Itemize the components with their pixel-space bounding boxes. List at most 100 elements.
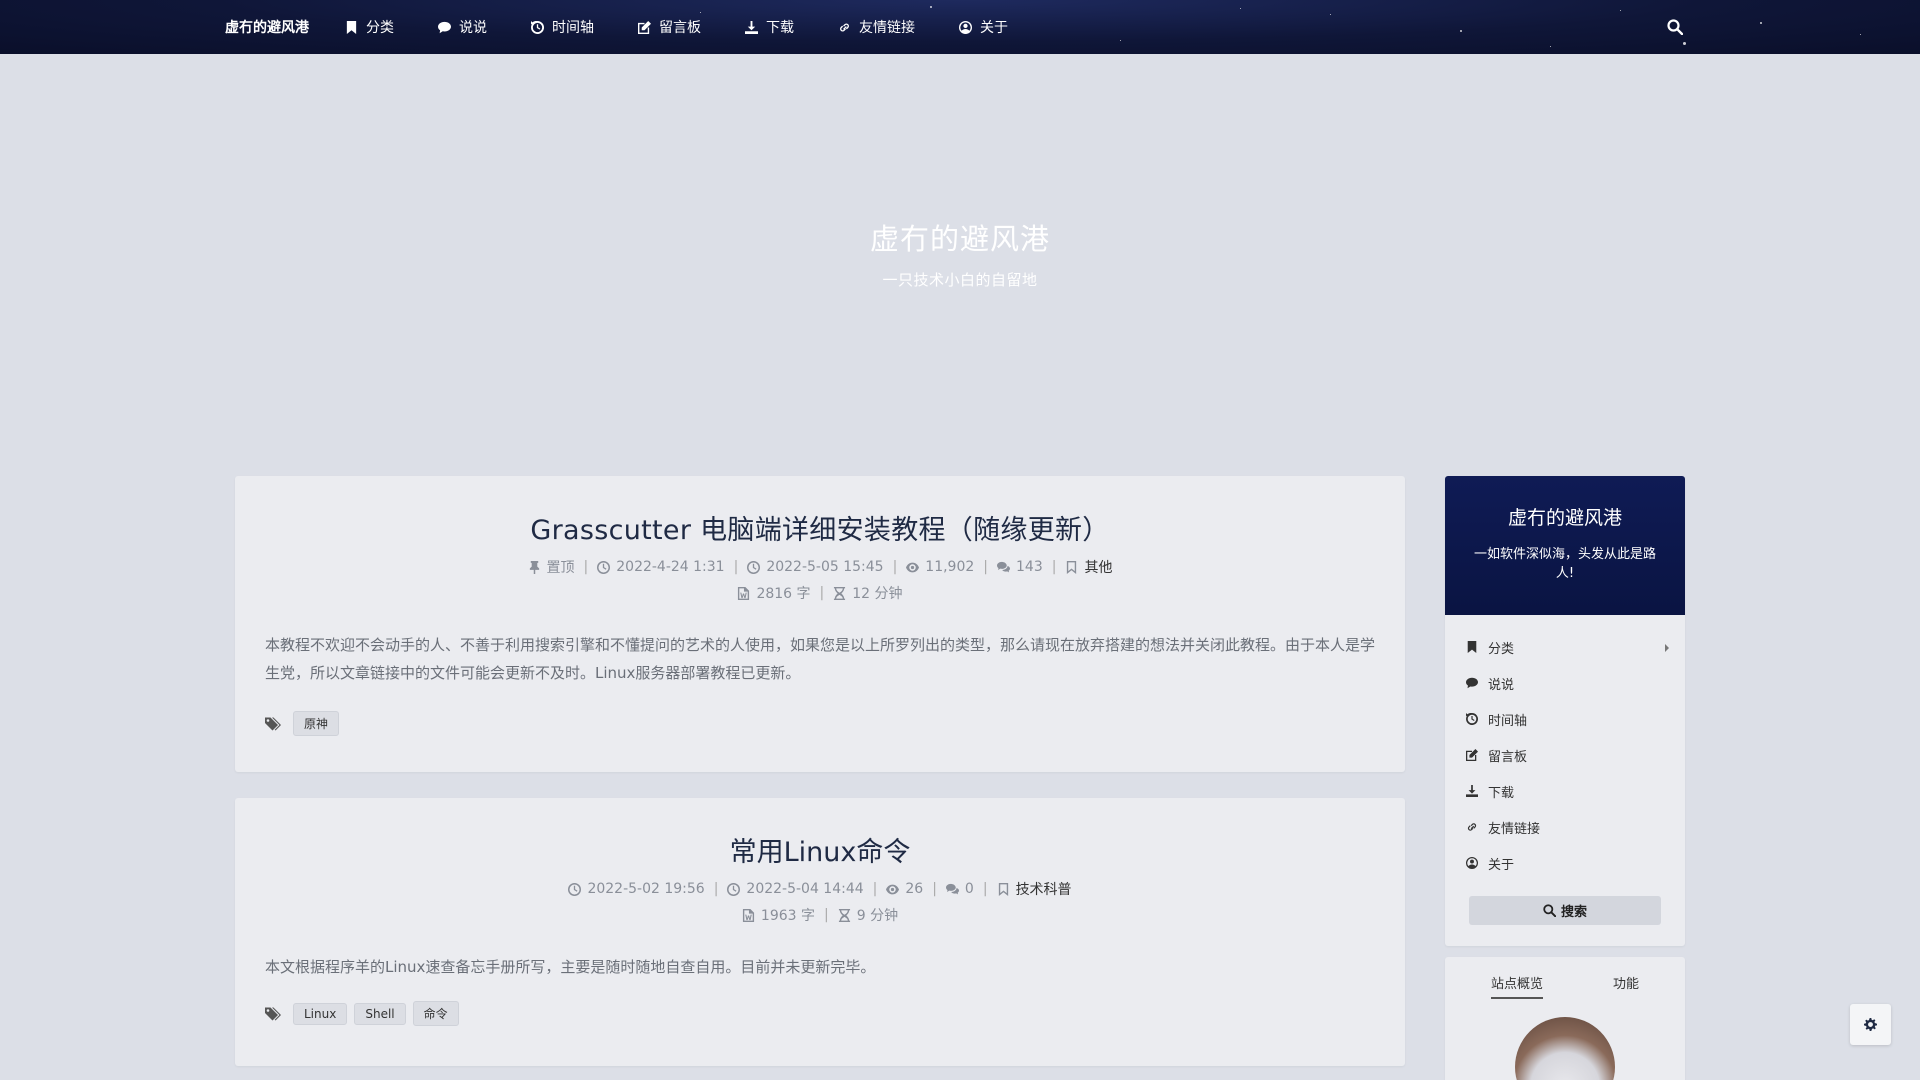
file-word-icon — [738, 586, 750, 600]
nav-item-label: 友情链接 — [859, 20, 915, 36]
eye-icon — [906, 562, 920, 572]
chevron-right-icon — [1665, 644, 1669, 652]
eye-icon — [886, 884, 900, 894]
download-icon — [744, 20, 758, 34]
bookmark-icon — [1467, 641, 1477, 653]
hero-subtitle: 一只技术小白的自留地 — [882, 271, 1038, 289]
hourglass-icon — [834, 586, 846, 600]
sidebar-item-moments[interactable]: 说说 — [1445, 665, 1685, 701]
post-card: Grasscutter 电脑端详细安装教程（随缘更新） 置顶 | 2022-4-… — [235, 476, 1405, 772]
word-count: 2816 字 — [737, 583, 811, 603]
link-icon — [837, 20, 851, 34]
sidebar-card: 虚冇的避风港 一如软件深似海，头发从此是路人! 分类 说说 时间轴 留言板 下载… — [1445, 476, 1685, 946]
comments-icon — [945, 883, 959, 894]
comment-icon — [1466, 677, 1478, 689]
clock-icon — [597, 560, 611, 574]
clock-icon — [568, 882, 582, 896]
nav-item-about[interactable]: 关于 — [958, 17, 1008, 37]
nav-item-label: 说说 — [459, 20, 487, 36]
comment-count[interactable]: 0 — [945, 881, 974, 897]
link-icon — [1467, 823, 1477, 831]
site-overview-card: 站点概览 功能 — [1445, 957, 1685, 1080]
bookmark-outline-icon — [998, 882, 1008, 896]
post-meta: 置顶 | 2022-4-24 1:31 | 2022-5-05 15:45 | … — [235, 557, 1405, 577]
nav-item-guestbook[interactable]: 留言板 — [637, 17, 701, 37]
tag-chip[interactable]: Shell — [354, 1002, 406, 1025]
overview-tabs: 站点概览 功能 — [1445, 957, 1685, 999]
nav-item-moments[interactable]: 说说 — [437, 17, 487, 37]
nav-item-timeline[interactable]: 时间轴 — [530, 17, 594, 37]
tags-icon — [265, 717, 281, 730]
post-meta: 2022-5-02 19:56 | 2022-5-04 14:44 | 26 |… — [235, 879, 1405, 899]
history-icon — [1466, 713, 1478, 725]
edit-icon — [637, 20, 651, 34]
tag-chip[interactable]: 原神 — [293, 711, 340, 736]
post-title[interactable]: Grasscutter 电脑端详细安装教程（随缘更新） — [235, 476, 1405, 547]
updated-date: 2022-5-04 14:44 — [727, 881, 864, 897]
nav-item-label: 关于 — [980, 20, 1008, 36]
sidebar-item-about[interactable]: 关于 — [1445, 845, 1685, 881]
nav-item-download[interactable]: 下载 — [744, 17, 794, 37]
user-circle-icon — [1466, 857, 1478, 869]
sidebar-item-links[interactable]: 友情链接 — [1445, 809, 1685, 845]
download-icon — [1466, 785, 1478, 797]
sidebar-item-timeline[interactable]: 时间轴 — [1445, 701, 1685, 737]
read-time: 9 分钟 — [838, 905, 898, 925]
nav-item-label: 时间轴 — [552, 20, 594, 36]
tab-functions[interactable]: 功能 — [1613, 973, 1639, 999]
hero-banner: 虚冇的避风港 一只技术小白的自留地 — [0, 54, 1920, 474]
nav-item-links[interactable]: 友情链接 — [837, 17, 915, 37]
tag-chip[interactable]: Linux — [293, 1002, 348, 1025]
sidebar-motto: 一如软件深似海，头发从此是路人! — [1473, 547, 1656, 581]
avatar — [1515, 1017, 1615, 1080]
published-date: 2022-4-24 1:31 — [597, 559, 725, 575]
nav-item-category[interactable]: 分类 — [344, 17, 394, 37]
sidebar-item-category[interactable]: 分类 — [1445, 629, 1685, 665]
comments-icon — [997, 561, 1010, 572]
search-icon[interactable] — [1667, 19, 1684, 36]
gear-icon — [1864, 1018, 1877, 1031]
user-circle-icon — [958, 20, 972, 34]
file-word-icon — [742, 908, 754, 922]
sidebar-title: 虚冇的避风港 — [1507, 507, 1622, 529]
post-stats: 2816 字 | 12 分钟 — [235, 583, 1405, 603]
sidebar-item-download[interactable]: 下载 — [1445, 773, 1685, 809]
site-brand[interactable]: 虚冇的避风港 — [225, 17, 309, 37]
settings-button[interactable] — [1850, 1004, 1891, 1045]
nav-item-label: 下载 — [766, 20, 794, 36]
tag-chip[interactable]: 命令 — [412, 1001, 459, 1026]
sidebar-menu: 分类 说说 时间轴 留言板 下载 友情链接 关于 — [1445, 615, 1685, 881]
search-icon — [1543, 904, 1556, 917]
word-count: 1963 字 — [742, 905, 815, 925]
read-time: 12 分钟 — [833, 583, 903, 603]
post-category[interactable]: 其他 — [1065, 557, 1112, 577]
comment-count[interactable]: 143 — [997, 559, 1043, 575]
pin-icon — [529, 560, 539, 574]
published-date: 2022-5-02 19:56 — [568, 881, 705, 897]
post-tags: Linux Shell 命令 — [235, 1001, 1405, 1026]
bookmark-outline-icon — [1067, 560, 1077, 574]
updated-date: 2022-5-05 15:45 — [747, 559, 884, 575]
post-card: 常用Linux命令 2022-5-02 19:56 | 2022-5-04 14… — [235, 798, 1405, 1066]
bookmark-icon — [344, 20, 358, 34]
hero-title: 虚冇的避风港 — [869, 222, 1050, 256]
clock-icon — [727, 882, 741, 896]
post-category[interactable]: 技术科普 — [997, 879, 1072, 899]
post-tags: 原神 — [235, 711, 1405, 736]
tab-site-overview[interactable]: 站点概览 — [1490, 973, 1543, 999]
history-icon — [530, 20, 544, 34]
clock-icon — [747, 560, 761, 574]
view-count: 11,902 — [906, 559, 974, 575]
post-stats: 1963 字 | 9 分钟 — [235, 905, 1405, 925]
top-navbar: 虚冇的避风港 分类 说说 时间轴 留言板 下载 友情链接 关于 — [0, 0, 1920, 54]
hourglass-icon — [838, 908, 850, 922]
nav-item-label: 分类 — [366, 20, 394, 36]
comment-icon — [437, 20, 451, 34]
sidebar-search-button[interactable]: 搜索 — [1469, 896, 1661, 925]
post-excerpt: 本教程不欢迎不会动手的人、不善于利用搜索引擎和不懂提问的艺术的人使用，如果您是以… — [265, 636, 1376, 682]
post-excerpt: 本文根据程序羊的Linux速查备忘手册所写，主要是随时随地自查自用。目前并未更新… — [265, 958, 876, 976]
post-title[interactable]: 常用Linux命令 — [235, 798, 1405, 869]
nav-item-label: 留言板 — [659, 20, 701, 36]
sidebar-item-guestbook[interactable]: 留言板 — [1445, 737, 1685, 773]
tags-icon — [265, 1007, 281, 1020]
